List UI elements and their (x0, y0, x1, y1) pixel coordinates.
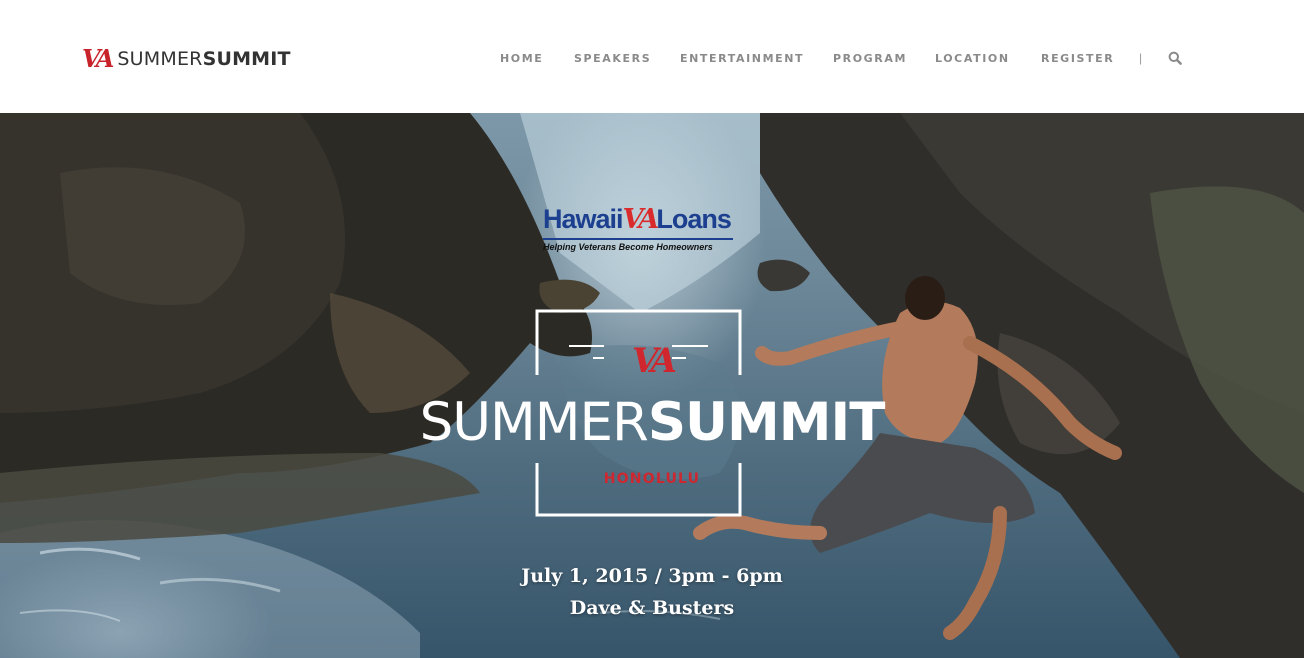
site-header: VA SUMMERSUMMIT HOME SPEAKERS ENTERTAINM… (0, 0, 1304, 113)
event-city: HONOLULU (603, 471, 701, 487)
event-date-time: July 1, 2015 / 3pm - 6pm (521, 565, 783, 587)
nav-home[interactable]: HOME (500, 52, 543, 65)
event-venue: Dave & Busters (569, 597, 735, 619)
emblem-va-mark: VA (631, 341, 677, 381)
logo-wordmark: SUMMERSUMMIT (117, 48, 290, 70)
search-icon[interactable] (1168, 51, 1184, 67)
nav-entertainment[interactable]: ENTERTAINMENT (680, 52, 804, 65)
nav-location[interactable]: LOCATION (935, 52, 1010, 65)
summit-title-bold: SUMMIT (647, 392, 886, 453)
logo-wordmark-bold: SUMMIT (202, 48, 291, 70)
summit-title-light: SUMMER (419, 392, 649, 453)
logo-wordmark-light: SUMMER (117, 48, 203, 70)
va-logo-mark: VA (82, 44, 114, 73)
nav-register[interactable]: REGISTER (1041, 52, 1114, 65)
nav-speakers[interactable]: SPEAKERS (574, 52, 651, 65)
site-logo[interactable]: VA SUMMERSUMMIT (82, 44, 291, 74)
nav-program[interactable]: PROGRAM (833, 52, 907, 65)
nav-separator: | (1139, 51, 1143, 65)
hero-banner: HawaiiVALoans Helping Veterans Become Ho… (0, 113, 1304, 658)
summit-title: SUMMERSUMMIT (0, 393, 1304, 453)
